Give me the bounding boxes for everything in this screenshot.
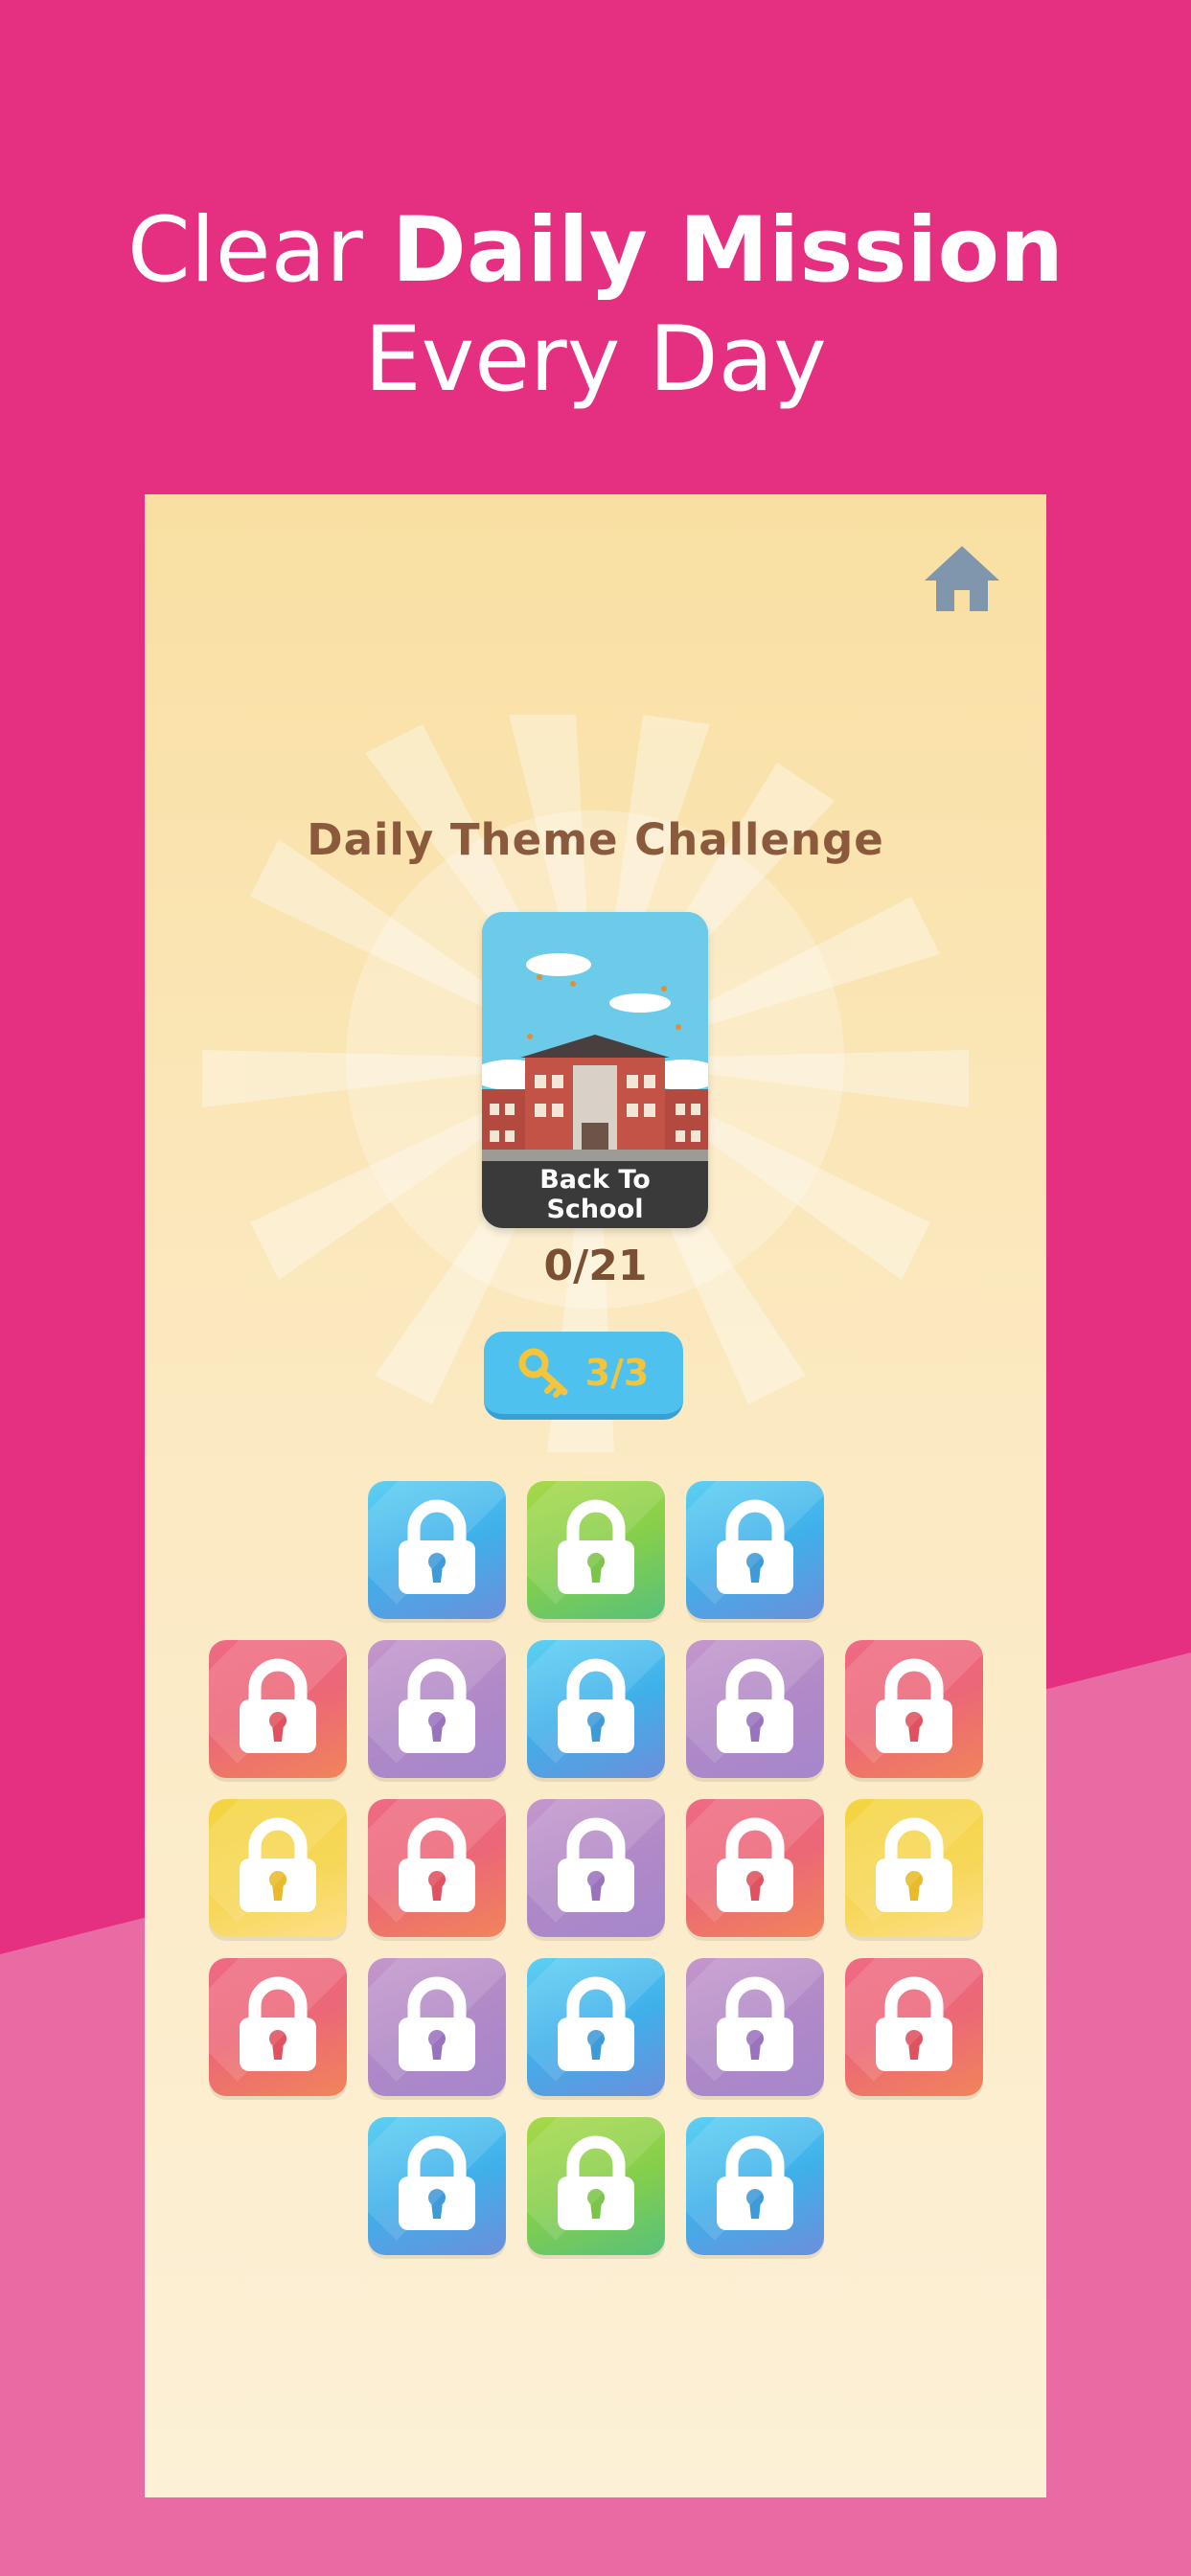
level-tile[interactable] xyxy=(208,1958,347,2096)
lock-icon xyxy=(716,1499,793,1594)
game-screen: Daily Theme Challenge Back To School 0/2… xyxy=(145,494,1046,2497)
level-tile[interactable] xyxy=(526,2117,665,2255)
lock-icon xyxy=(875,1658,952,1753)
level-tile[interactable] xyxy=(844,1799,983,1937)
home-button[interactable] xyxy=(921,542,1003,615)
level-tile[interactable] xyxy=(844,1640,983,1778)
lock-icon xyxy=(398,1817,475,1912)
level-tile[interactable] xyxy=(208,1640,347,1778)
key-icon xyxy=(518,1348,568,1398)
level-tile[interactable] xyxy=(685,1481,824,1619)
lock-icon xyxy=(239,1817,316,1912)
challenge-title: Daily Theme Challenge xyxy=(307,814,884,865)
level-tile[interactable] xyxy=(685,2117,824,2255)
headline-line-1: Clear Daily Mission xyxy=(126,198,1064,303)
lock-icon xyxy=(557,1817,634,1912)
lock-icon xyxy=(239,1976,316,2071)
headline-line-2: Every Day xyxy=(364,308,827,412)
lock-icon xyxy=(398,1499,475,1594)
level-tile[interactable] xyxy=(367,1640,506,1778)
level-tile[interactable] xyxy=(844,1958,983,2096)
level-tile[interactable] xyxy=(526,1640,665,1778)
progress-counter: 0/21 xyxy=(543,1242,648,1290)
lock-icon xyxy=(557,2135,634,2230)
lock-icon xyxy=(557,1976,634,2071)
level-tile[interactable] xyxy=(208,1799,347,1937)
lock-icon xyxy=(875,1976,952,2071)
lock-icon xyxy=(398,1976,475,2071)
level-tile[interactable] xyxy=(685,1640,824,1778)
theme-card[interactable]: Back To School xyxy=(482,912,708,1228)
level-tile[interactable] xyxy=(685,1799,824,1937)
lock-icon xyxy=(398,2135,475,2230)
level-tile[interactable] xyxy=(367,1481,506,1619)
lock-icon xyxy=(557,1658,634,1753)
headline: Clear Daily Mission Every Day xyxy=(0,196,1191,415)
level-tile[interactable] xyxy=(526,1481,665,1619)
lock-icon xyxy=(716,2135,793,2230)
keys-button[interactable]: 3/3 xyxy=(484,1332,683,1420)
level-tile[interactable] xyxy=(367,1958,506,2096)
level-tile[interactable] xyxy=(685,1958,824,2096)
keys-count: 3/3 xyxy=(584,1352,650,1394)
school-illustration xyxy=(482,912,708,1161)
level-tile[interactable] xyxy=(526,1958,665,2096)
lock-icon xyxy=(716,1658,793,1753)
lock-icon xyxy=(557,1499,634,1594)
lock-icon xyxy=(716,1817,793,1912)
level-tile[interactable] xyxy=(367,2117,506,2255)
lock-icon xyxy=(875,1817,952,1912)
level-tile[interactable] xyxy=(367,1799,506,1937)
lock-icon xyxy=(398,1658,475,1753)
lock-icon xyxy=(716,1976,793,2071)
lock-icon xyxy=(239,1658,316,1753)
level-tile[interactable] xyxy=(526,1799,665,1937)
theme-name: Back To School xyxy=(482,1161,708,1228)
home-icon xyxy=(925,546,999,611)
